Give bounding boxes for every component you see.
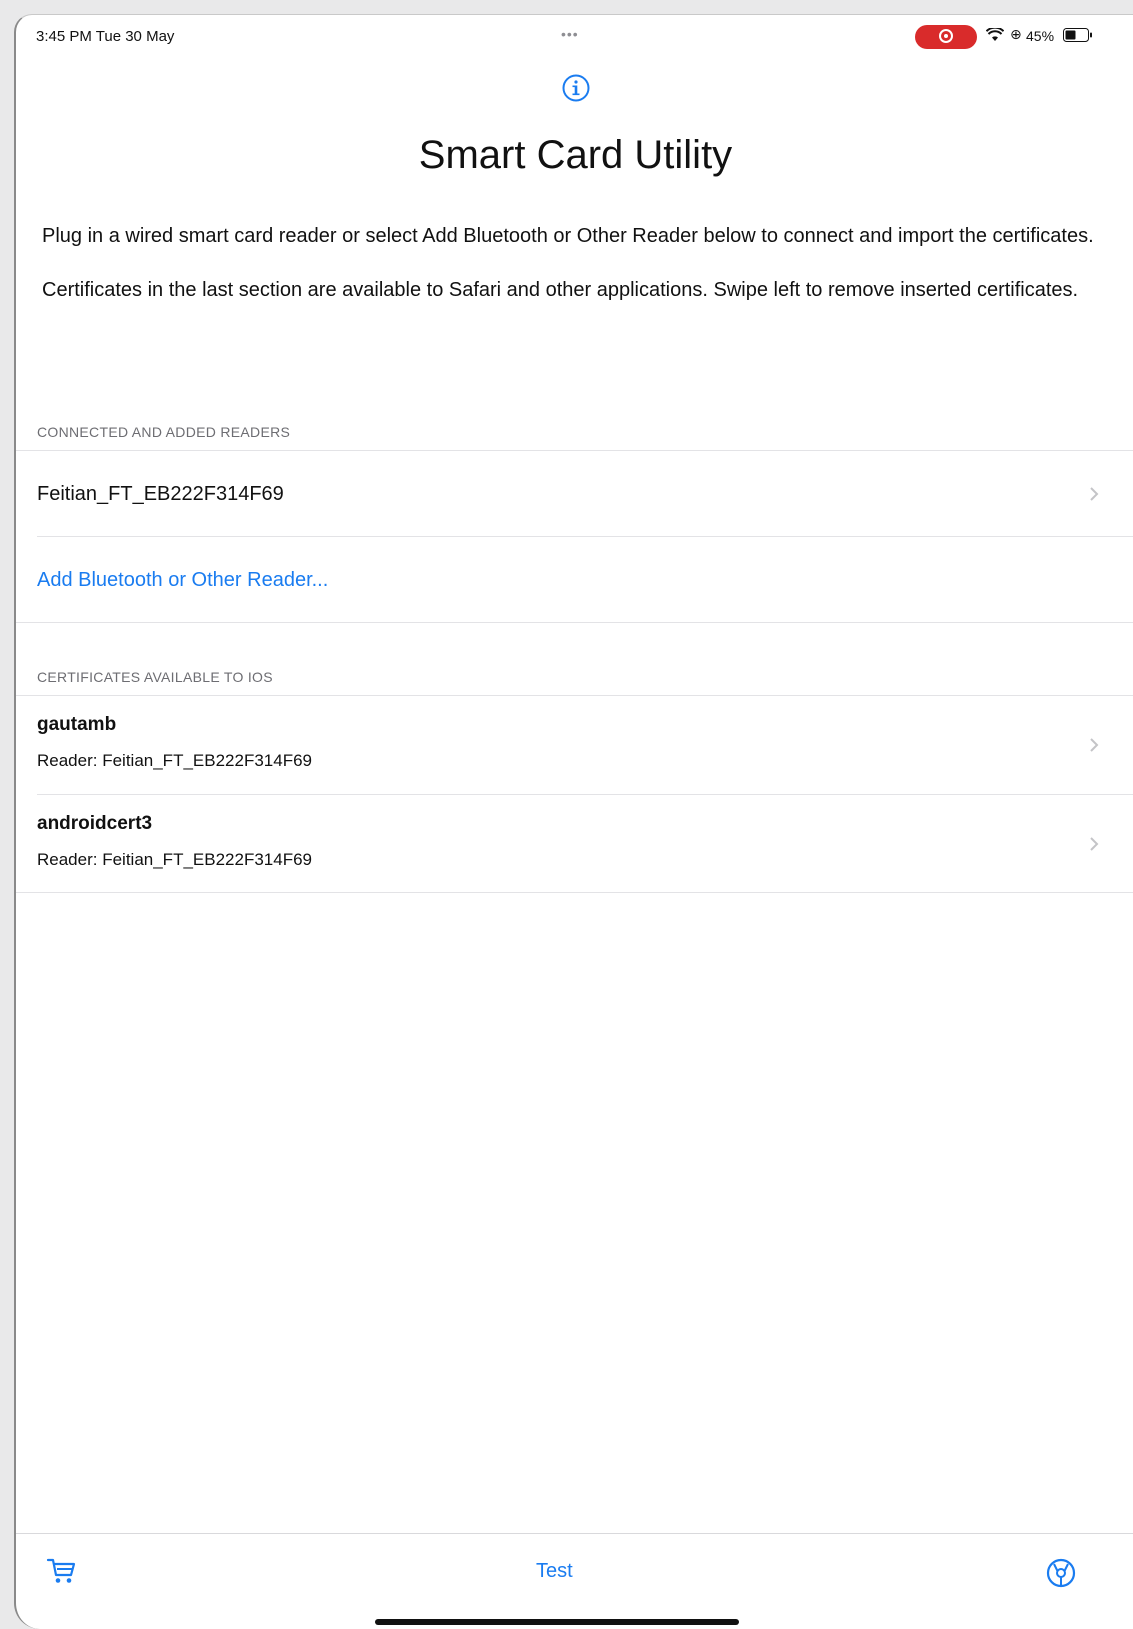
toolbar-divider [16,1533,1133,1534]
orientation-lock-icon: ⊕ [1010,26,1022,42]
chevron-right-icon [1090,738,1099,752]
section-header-readers: CONNECTED AND ADDED READERS [37,424,291,440]
screen-recording-indicator[interactable] [915,25,977,49]
add-reader-button[interactable]: Add Bluetooth or Other Reader... [37,569,328,592]
cart-icon[interactable] [46,1557,76,1585]
wifi-icon [986,28,1004,41]
section-header-certificates: CERTIFICATES AVAILABLE TO IOS [37,669,273,685]
status-time: 3:45 PM Tue 30 May [36,28,175,45]
page-title: Smart Card Utility [418,133,733,177]
settings-gear-icon[interactable] [1044,1556,1078,1590]
certificate-row[interactable]: gautamb Reader: Feitian_FT_EB222F314F69 [16,696,1133,794]
battery-percentage: 45% [1026,28,1055,44]
chevron-right-icon [1090,487,1099,501]
certificate-reader: Reader: Feitian_FT_EB222F314F69 [37,850,312,869]
multitasking-dots[interactable]: ••• [561,26,579,42]
home-indicator[interactable] [375,1619,739,1625]
info-circle-icon[interactable] [561,73,591,103]
battery-icon [1063,28,1092,42]
description-connect: Plug in a wired smart card reader or sel… [42,225,1094,247]
test-button[interactable]: Test [536,1560,573,1583]
certificate-name: androidcert3 [37,813,153,834]
ipad-screen: 3:45 PM Tue 30 May ••• ⊕ 45% Smart Card … [14,14,1133,1629]
record-icon [939,29,953,43]
certificate-reader: Reader: Feitian_FT_EB222F314F69 [37,751,312,770]
divider [16,622,1133,623]
certificate-row[interactable]: androidcert3 Reader: Feitian_FT_EB222F31… [16,795,1133,892]
reader-row[interactable]: Feitian_FT_EB222F314F69 [16,451,1133,536]
reader-name: Feitian_FT_EB222F314F69 [37,483,284,505]
add-reader-row[interactable]: Add Bluetooth or Other Reader... [16,537,1133,622]
status-bar: 3:45 PM Tue 30 May ••• ⊕ 45% [16,15,1133,55]
description-certificates: Certificates in the last section are ava… [42,279,1079,301]
description: Plug in a wired smart card reader or sel… [42,222,1102,330]
chevron-right-icon [1090,837,1099,851]
divider [16,892,1133,893]
certificate-name: gautamb [37,714,117,735]
